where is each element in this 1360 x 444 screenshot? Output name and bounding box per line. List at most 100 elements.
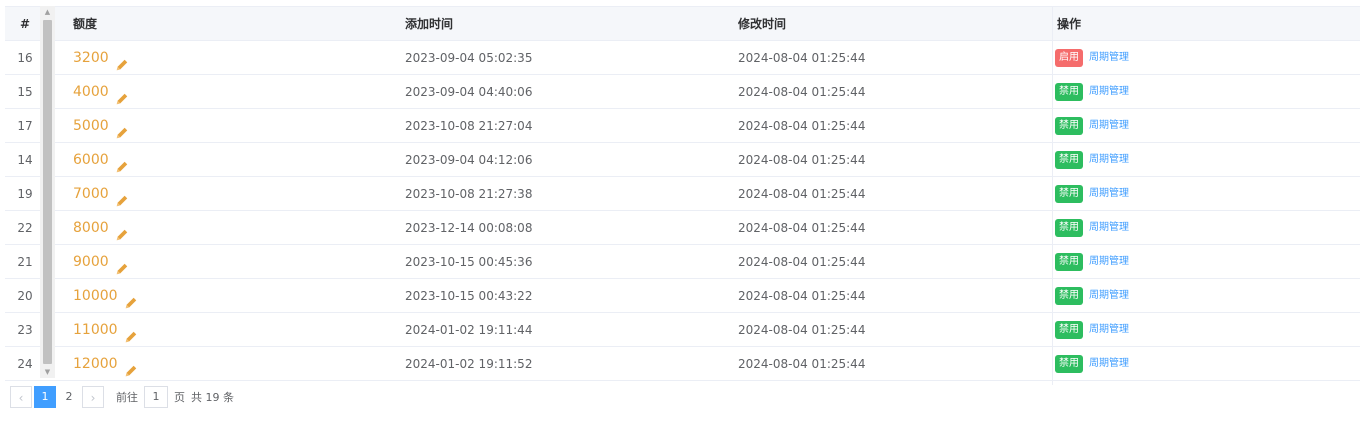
header-added-time: 添加时间 (405, 17, 454, 31)
modified-time: 2024-08-04 01:25:44 (738, 187, 866, 201)
status-toggle-button[interactable]: 禁用 (1055, 253, 1083, 271)
edit-pencil-icon[interactable] (115, 51, 129, 71)
page-suffix: 页 (174, 391, 185, 404)
modified-time: 2024-08-04 01:25:44 (738, 255, 866, 269)
table-row: 24 12000 2024-01-02 19:11:52 2024-08-04 01:… (5, 347, 1360, 381)
edit-pencil-icon[interactable] (124, 323, 138, 343)
actions-cell: 禁用 周期管理 (1055, 279, 1129, 313)
amount-value: 12000 (73, 356, 118, 372)
added-time: 2024-01-02 19:11:52 (405, 357, 533, 371)
vertical-scrollbar[interactable]: ▲ ▼ (40, 6, 55, 378)
page-1-button[interactable]: 1 (34, 386, 56, 408)
goto-label: 前往 (116, 391, 138, 404)
status-toggle-button[interactable]: 禁用 (1055, 83, 1083, 101)
row-id: 19 (17, 187, 33, 201)
amount-value: 11000 (73, 322, 118, 338)
cycle-manage-link[interactable]: 周期管理 (1089, 177, 1129, 211)
table-row: 17 5000 2023-10-08 21:27:04 2024-08-04 01:2… (5, 109, 1360, 143)
chevron-left-icon[interactable]: ‹ (10, 386, 32, 408)
modified-time: 2024-08-04 01:25:44 (738, 357, 866, 371)
page-2-button[interactable]: 2 (58, 386, 80, 408)
status-toggle-button[interactable]: 启用 (1055, 49, 1083, 67)
actions-cell: 启用 周期管理 (1055, 41, 1129, 75)
modified-time: 2024-08-04 01:25:44 (738, 119, 866, 133)
actions-cell: 禁用 周期管理 (1055, 313, 1129, 347)
amount-value: 9000 (73, 254, 109, 270)
header-amount: 额度 (73, 17, 98, 31)
goto-page-input[interactable]: 1 (144, 386, 168, 408)
cycle-manage-link[interactable]: 周期管理 (1089, 75, 1129, 109)
status-toggle-button[interactable]: 禁用 (1055, 287, 1083, 305)
amount-cell: 8000 (73, 211, 129, 245)
amount-value: 5000 (73, 118, 109, 134)
amount-cell: 9000 (73, 245, 129, 279)
modified-time: 2024-08-04 01:25:44 (738, 85, 866, 99)
amount-value: 3200 (73, 50, 109, 66)
modified-time: 2024-08-04 01:25:44 (738, 323, 866, 337)
cycle-manage-link[interactable]: 周期管理 (1089, 313, 1129, 347)
status-toggle-button[interactable]: 禁用 (1055, 355, 1083, 373)
data-table: # 额度 添加时间 修改时间 操作 16 3200 2023-09-04 05:02… (5, 6, 1360, 385)
added-time: 2023-10-15 00:43:22 (405, 289, 533, 303)
amount-cell: 12000 (73, 347, 138, 381)
cycle-manage-link[interactable]: 周期管理 (1089, 109, 1129, 143)
cycle-manage-link[interactable]: 周期管理 (1089, 211, 1129, 245)
cycle-manage-link[interactable]: 周期管理 (1089, 347, 1129, 381)
modified-time: 2024-08-04 01:25:44 (738, 221, 866, 235)
added-time: 2023-09-04 04:40:06 (405, 85, 533, 99)
chevron-right-icon[interactable]: › (82, 386, 104, 408)
cycle-manage-link[interactable]: 周期管理 (1089, 41, 1129, 75)
amount-cell: 4000 (73, 75, 129, 109)
table-body: 16 3200 2023-09-04 05:02:35 2024-08-04 01:2… (5, 41, 1360, 384)
status-toggle-button[interactable]: 禁用 (1055, 151, 1083, 169)
modified-time: 2024-08-04 01:25:44 (738, 51, 866, 65)
scroll-down-icon[interactable]: ▼ (40, 366, 55, 378)
actions-cell: 禁用 周期管理 (1055, 109, 1129, 143)
amount-value: 6000 (73, 152, 109, 168)
cycle-manage-link[interactable]: 周期管理 (1089, 279, 1129, 313)
status-toggle-button[interactable]: 禁用 (1055, 185, 1083, 203)
status-toggle-button[interactable]: 禁用 (1055, 321, 1083, 339)
edit-pencil-icon[interactable] (124, 357, 138, 377)
edit-pencil-icon[interactable] (115, 153, 129, 173)
header-actions: 操作 (1057, 17, 1082, 31)
status-toggle-button[interactable]: 禁用 (1055, 117, 1083, 135)
edit-pencil-icon[interactable] (115, 119, 129, 139)
row-id: 22 (17, 221, 33, 235)
table-row: 20 10000 2023-10-15 00:43:22 2024-08-04 01:… (5, 279, 1360, 313)
table-row: 22 8000 2023-12-14 00:08:08 2024-08-04 01:2… (5, 211, 1360, 245)
amount-cell: 7000 (73, 177, 129, 211)
added-time: 2024-01-02 19:11:44 (405, 323, 533, 337)
row-id: 21 (17, 255, 33, 269)
scroll-up-icon[interactable]: ▲ (40, 6, 55, 18)
table-row: 19 7000 2023-10-08 21:27:38 2024-08-04 01:2… (5, 177, 1360, 211)
row-id: 16 (17, 51, 33, 65)
added-time: 2023-10-08 21:27:38 (405, 187, 533, 201)
row-id: 14 (17, 153, 33, 167)
edit-pencil-icon[interactable] (115, 187, 129, 207)
row-id: 23 (17, 323, 33, 337)
actions-cell: 禁用 周期管理 (1055, 143, 1129, 177)
cycle-manage-link[interactable]: 周期管理 (1089, 245, 1129, 279)
status-toggle-button[interactable]: 禁用 (1055, 219, 1083, 237)
edit-pencil-icon[interactable] (115, 85, 129, 105)
amount-value: 10000 (73, 288, 118, 304)
actions-cell: 禁用 周期管理 (1055, 347, 1129, 381)
amount-value: 8000 (73, 220, 109, 236)
edit-pencil-icon[interactable] (115, 255, 129, 275)
actions-cell: 禁用 周期管理 (1055, 177, 1129, 211)
table-row: 16 3200 2023-09-04 05:02:35 2024-08-04 01:2… (5, 41, 1360, 75)
modified-time: 2024-08-04 01:25:44 (738, 153, 866, 167)
scrollbar-thumb[interactable] (43, 20, 52, 364)
amount-cell: 11000 (73, 313, 138, 347)
actions-cell: 禁用 周期管理 (1055, 75, 1129, 109)
cycle-manage-link[interactable]: 周期管理 (1089, 143, 1129, 177)
edit-pencil-icon[interactable] (124, 289, 138, 309)
amount-cell: 3200 (73, 41, 129, 75)
amount-cell: 6000 (73, 143, 129, 177)
edit-pencil-icon[interactable] (115, 221, 129, 241)
amount-value: 7000 (73, 186, 109, 202)
row-id: 15 (17, 85, 33, 99)
added-time: 2023-09-04 05:02:35 (405, 51, 533, 65)
amount-cell: 5000 (73, 109, 129, 143)
